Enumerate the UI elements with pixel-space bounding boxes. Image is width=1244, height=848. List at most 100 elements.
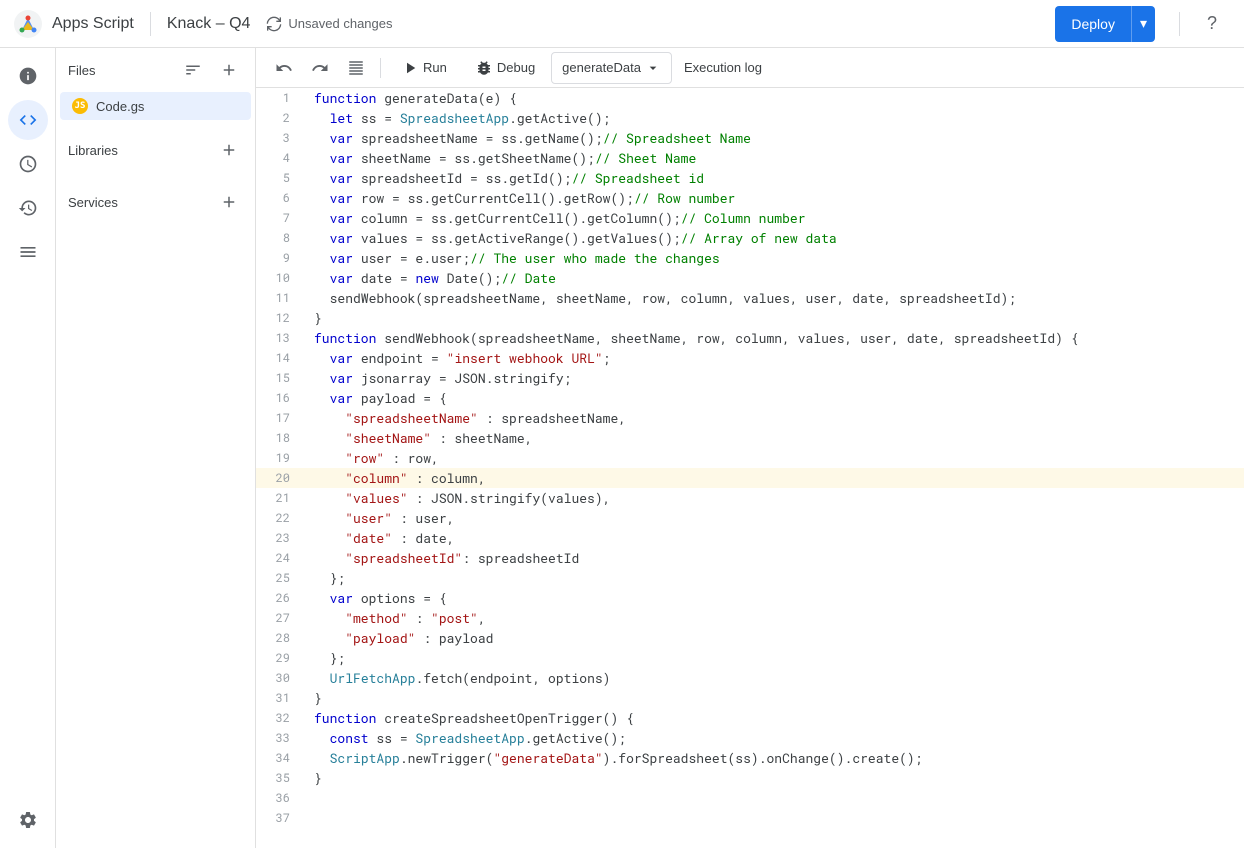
line-content[interactable]: "spreadsheetName" : spreadsheetName, [306, 408, 1244, 428]
code-editor[interactable]: 1function generateData(e) {2 let ss = Sp… [256, 88, 1244, 848]
add-service-button[interactable] [215, 188, 243, 216]
line-content[interactable]: let ss = SpreadsheetApp.getActive(); [306, 108, 1244, 128]
line-row: 16 var payload = { [256, 388, 1244, 408]
line-content[interactable]: var payload = { [306, 388, 1244, 408]
line-content[interactable]: var date = new Date();// Date [306, 268, 1244, 288]
redo-button[interactable] [304, 52, 336, 84]
header: Apps Script Knack – Q4 Unsaved changes D… [0, 0, 1244, 48]
line-number: 8 [256, 228, 306, 248]
deploy-arrow-icon[interactable]: ▾ [1132, 6, 1155, 42]
sort-icon [184, 61, 202, 79]
line-content[interactable]: } [306, 308, 1244, 328]
history-icon [18, 198, 38, 218]
add-library-button[interactable] [215, 136, 243, 164]
execution-log-button[interactable]: Execution log [676, 52, 770, 84]
run-button[interactable]: Run [389, 52, 459, 84]
line-number: 36 [256, 788, 306, 808]
line-row: 2 let ss = SpreadsheetApp.getActive(); [256, 108, 1244, 128]
function-selector[interactable]: generateData [551, 52, 672, 84]
line-content[interactable]: UrlFetchApp.fetch(endpoint, options) [306, 668, 1244, 688]
line-row: 21 "values" : JSON.stringify(values), [256, 488, 1244, 508]
line-content[interactable]: var endpoint = "insert webhook URL"; [306, 348, 1244, 368]
line-number: 25 [256, 568, 306, 588]
header-divider [150, 12, 151, 36]
line-row: 12} [256, 308, 1244, 328]
line-content[interactable]: var user = e.user;// The user who made t… [306, 248, 1244, 268]
line-number: 24 [256, 548, 306, 568]
format-button[interactable] [340, 52, 372, 84]
line-content[interactable]: "user" : user, [306, 508, 1244, 528]
line-content[interactable] [306, 808, 1244, 828]
clock-icon [18, 154, 38, 174]
line-number: 5 [256, 168, 306, 188]
line-row: 13function sendWebhook(spreadsheetName, … [256, 328, 1244, 348]
line-content[interactable]: function generateData(e) { [306, 88, 1244, 108]
deploy-label[interactable]: Deploy [1055, 6, 1132, 42]
add-file-button[interactable] [215, 56, 243, 84]
line-content[interactable] [306, 788, 1244, 808]
line-number: 37 [256, 808, 306, 828]
line-content[interactable]: "column" : column, [306, 468, 1244, 488]
line-content[interactable]: "spreadsheetId": spreadsheetId [306, 548, 1244, 568]
services-title: Services [68, 195, 207, 210]
line-content[interactable]: "sheetName" : sheetName, [306, 428, 1244, 448]
line-content[interactable]: "payload" : payload [306, 628, 1244, 648]
line-content[interactable]: }; [306, 648, 1244, 668]
line-content[interactable]: } [306, 768, 1244, 788]
line-content[interactable]: "method" : "post", [306, 608, 1244, 628]
sidebar-triggers-button[interactable] [8, 144, 48, 184]
line-row: 34 ScriptApp.newTrigger("generateData").… [256, 748, 1244, 768]
sidebar-settings-button[interactable] [8, 800, 48, 840]
app-logo: Apps Script [12, 8, 134, 40]
line-content[interactable]: "row" : row, [306, 448, 1244, 468]
line-row: 33 const ss = SpreadsheetApp.getActive()… [256, 728, 1244, 748]
line-content[interactable]: const ss = SpreadsheetApp.getActive(); [306, 728, 1244, 748]
execution-log-label: Execution log [684, 60, 762, 75]
line-number: 26 [256, 588, 306, 608]
sort-az-button[interactable] [179, 56, 207, 84]
line-row: 8 var values = ss.getActiveRange().getVa… [256, 228, 1244, 248]
sidebar-history-button[interactable] [8, 188, 48, 228]
line-content[interactable]: var spreadsheetId = ss.getId();// Spread… [306, 168, 1244, 188]
sidebar-code-button[interactable] [8, 100, 48, 140]
sidebar-info-button[interactable] [8, 56, 48, 96]
line-content[interactable]: var sheetName = ss.getSheetName();// She… [306, 148, 1244, 168]
line-content[interactable]: function sendWebhook(spreadsheetName, sh… [306, 328, 1244, 348]
line-row: 18 "sheetName" : sheetName, [256, 428, 1244, 448]
line-number: 35 [256, 768, 306, 788]
line-content[interactable]: var spreadsheetName = ss.getName();// Sp… [306, 128, 1244, 148]
help-button[interactable]: ? [1192, 4, 1232, 44]
line-number: 17 [256, 408, 306, 428]
line-content[interactable]: function createSpreadsheetOpenTrigger() … [306, 708, 1244, 728]
line-content[interactable]: sendWebhook(spreadsheetName, sheetName, … [306, 288, 1244, 308]
line-row: 7 var column = ss.getCurrentCell().getCo… [256, 208, 1244, 228]
line-row: 20 "column" : column, [256, 468, 1244, 488]
line-row: 22 "user" : user, [256, 508, 1244, 528]
add-library-icon [220, 141, 238, 159]
file-item-code[interactable]: JS Code.gs [60, 92, 251, 120]
line-content[interactable]: var values = ss.getActiveRange().getValu… [306, 228, 1244, 248]
debug-button[interactable]: Debug [463, 52, 547, 84]
undo-button[interactable] [268, 52, 300, 84]
line-content[interactable]: var column = ss.getCurrentCell().getColu… [306, 208, 1244, 228]
apps-script-logo-icon [12, 8, 44, 40]
files-panel-title: Files [68, 63, 171, 78]
sidebar-list-button[interactable] [8, 232, 48, 272]
line-content[interactable]: var row = ss.getCurrentCell().getRow();/… [306, 188, 1244, 208]
line-content[interactable]: }; [306, 568, 1244, 588]
line-content[interactable]: var jsonarray = JSON.stringify; [306, 368, 1244, 388]
line-row: 14 var endpoint = "insert webhook URL"; [256, 348, 1244, 368]
line-number: 10 [256, 268, 306, 288]
line-content[interactable]: ScriptApp.newTrigger("generateData").for… [306, 748, 1244, 768]
info-icon [18, 66, 38, 86]
line-row: 25 }; [256, 568, 1244, 588]
line-content[interactable]: var options = { [306, 588, 1244, 608]
line-content[interactable]: "date" : date, [306, 528, 1244, 548]
line-number: 21 [256, 488, 306, 508]
line-content[interactable]: "values" : JSON.stringify(values), [306, 488, 1244, 508]
function-name: generateData [562, 60, 641, 75]
deploy-button[interactable]: Deploy ▾ [1055, 6, 1155, 42]
line-content[interactable]: } [306, 688, 1244, 708]
dropdown-icon [645, 60, 661, 76]
add-service-icon [220, 193, 238, 211]
